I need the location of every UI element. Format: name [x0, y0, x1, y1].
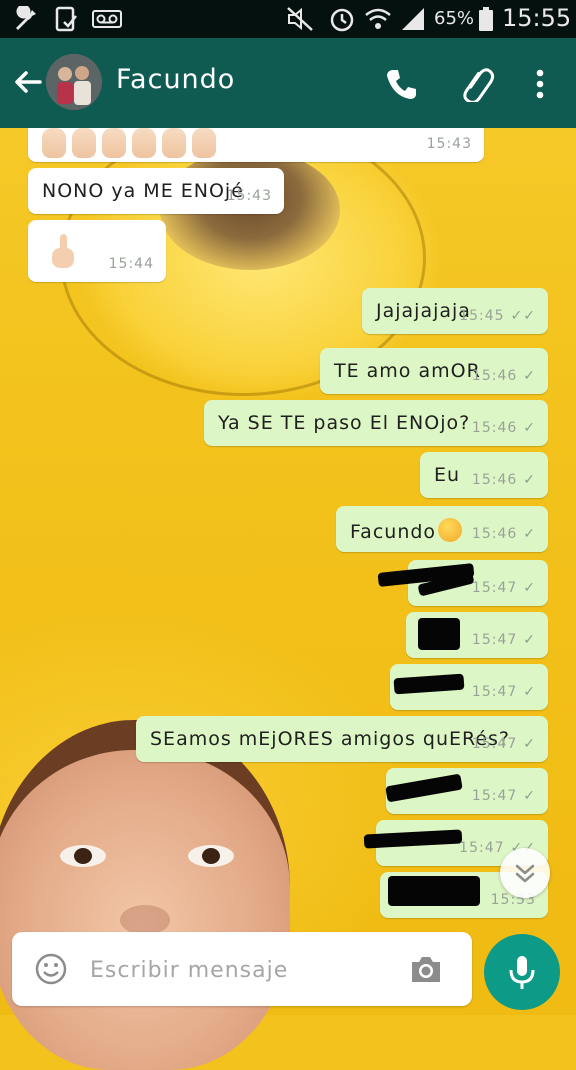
message-meta: 15:47 ✓: [472, 632, 536, 648]
redaction-scribble: [388, 876, 480, 906]
hand-emoji: [162, 128, 186, 158]
redaction-scribble: [363, 829, 463, 849]
battery-percent: 65%: [434, 8, 475, 29]
wifi-icon: [365, 8, 391, 29]
signal-icon: [402, 8, 424, 30]
mute-icon: [287, 7, 313, 31]
phone-icon[interactable]: [384, 66, 420, 102]
message-meta: 15:47 ✓: [472, 788, 536, 804]
tired-face-emoji: [438, 518, 463, 542]
message-text: NONO ya ME ENOjé: [42, 180, 244, 202]
message-time: 15:44: [108, 256, 154, 272]
message-time: 15:43: [226, 188, 272, 204]
alarm-icon: [330, 8, 354, 32]
message-time: 15:47: [471, 736, 518, 752]
battery-icon: [479, 7, 493, 31]
voicemail-icon: [92, 10, 122, 28]
message-bubble-outgoing[interactable]: 15:47 ✓: [390, 664, 548, 710]
message-list[interactable]: 15:43 NONO ya ME ENOjé 15:43 15:44 Jajaj…: [0, 128, 576, 933]
redaction-scribble: [393, 673, 465, 695]
message-meta: 15:47 ✓: [472, 580, 536, 596]
message-time: 15:45: [459, 308, 505, 324]
message-bubble-outgoing[interactable]: TE amo amOR 15:46 ✓: [320, 348, 548, 394]
message-time: 15:46: [471, 472, 518, 488]
status-bar: 65% 15:55: [0, 0, 576, 38]
message-time: 15:47: [471, 580, 518, 596]
message-text: SEamos mEjORES amigos quERés?: [150, 728, 511, 750]
avatar-photo: [46, 54, 102, 110]
check-icon: ✓: [523, 526, 536, 542]
hand-emoji: [72, 128, 96, 158]
chat-header: Facundo: [0, 38, 576, 128]
message-time: 15:47: [471, 788, 518, 804]
message-meta: 15:45 ✓✓: [459, 308, 536, 324]
hand-emoji: [192, 128, 216, 158]
message-bubble-outgoing[interactable]: Eu 15:46 ✓: [420, 452, 548, 498]
message-bubble-outgoing[interactable]: Facundo 15:46 ✓: [336, 506, 548, 552]
message-meta: 15:46 ✓: [472, 472, 536, 488]
message-text: Eu: [434, 464, 461, 486]
message-meta: 15:47 ✓: [472, 736, 536, 752]
more-vert-icon[interactable]: [526, 66, 554, 102]
wrench-icon: [16, 6, 36, 30]
message-text-content: Facundo: [350, 521, 437, 543]
message-bubble-outgoing[interactable]: Ya SE TE paso El ENOjo? 15:46 ✓: [204, 400, 548, 446]
message-time: 15:43: [426, 136, 472, 152]
back-arrow-icon[interactable]: [8, 62, 48, 102]
message-time: 15:47: [459, 840, 505, 856]
hand-emoji: [102, 128, 126, 158]
check-icon: ✓: [523, 788, 536, 804]
message-input[interactable]: [88, 950, 392, 990]
message-bubble-outgoing[interactable]: 15:47 ✓: [406, 612, 548, 658]
avatar[interactable]: [46, 54, 102, 110]
scroll-down-button[interactable]: [500, 848, 550, 898]
check-icon: ✓: [523, 684, 536, 700]
smiley-icon[interactable]: [34, 952, 68, 986]
check-icon: ✓: [523, 420, 536, 436]
message-bubble-incoming[interactable]: 15:43: [28, 128, 484, 162]
check-icon: ✓: [523, 580, 536, 596]
mic-button[interactable]: [484, 934, 560, 1010]
message-text: Ya SE TE paso El ENOjo?: [218, 412, 471, 434]
check-icon: ✓: [523, 736, 536, 752]
message-bubble-outgoing[interactable]: SEamos mEjORES amigos quERés? 15:47 ✓: [136, 716, 548, 762]
phone-check-icon: [55, 6, 77, 32]
paperclip-icon[interactable]: [458, 64, 496, 102]
microphone-icon: [509, 956, 535, 989]
message-meta: 15:47 ✓: [472, 684, 536, 700]
message-bubble-incoming[interactable]: 15:44: [28, 220, 166, 282]
message-text: Facundo: [350, 518, 463, 543]
status-clock: 15:55: [502, 4, 572, 32]
middle-finger-emoji: [52, 234, 74, 268]
check-icon: ✓: [523, 632, 536, 648]
hand-emoji: [42, 128, 66, 158]
message-time: 15:46: [471, 526, 518, 542]
camera-icon[interactable]: [408, 952, 444, 986]
message-time: 15:47: [471, 632, 518, 648]
message-meta: 15:46 ✓: [472, 420, 536, 436]
message-composer: [12, 932, 472, 1006]
hand-emoji: [132, 128, 156, 158]
message-meta: 15:46 ✓: [472, 526, 536, 542]
message-meta: 15:46 ✓: [472, 368, 536, 384]
message-bubble-outgoing[interactable]: Jajajajaja 15:45 ✓✓: [362, 288, 548, 334]
redaction-scribble: [418, 618, 460, 650]
message-text: Jajajajaja: [376, 300, 471, 322]
message-bubble-outgoing[interactable]: 15:47 ✓: [385, 768, 548, 814]
message-time: 15:46: [471, 368, 518, 384]
check-icon: ✓: [523, 472, 536, 488]
message-bubble-incoming[interactable]: NONO ya ME ENOjé 15:43: [28, 168, 284, 214]
message-time: 15:46: [471, 420, 518, 436]
contact-name[interactable]: Facundo: [116, 64, 235, 95]
check-icon: ✓: [523, 368, 536, 384]
redaction-scribble: [385, 773, 463, 803]
message-text: TE amo amOR: [334, 360, 481, 382]
double-chevron-down-icon: [515, 864, 535, 883]
message-time: 15:47: [471, 684, 518, 700]
double-check-icon: ✓✓: [510, 308, 536, 324]
message-bubble-outgoing[interactable]: 15:47 ✓: [377, 560, 548, 606]
